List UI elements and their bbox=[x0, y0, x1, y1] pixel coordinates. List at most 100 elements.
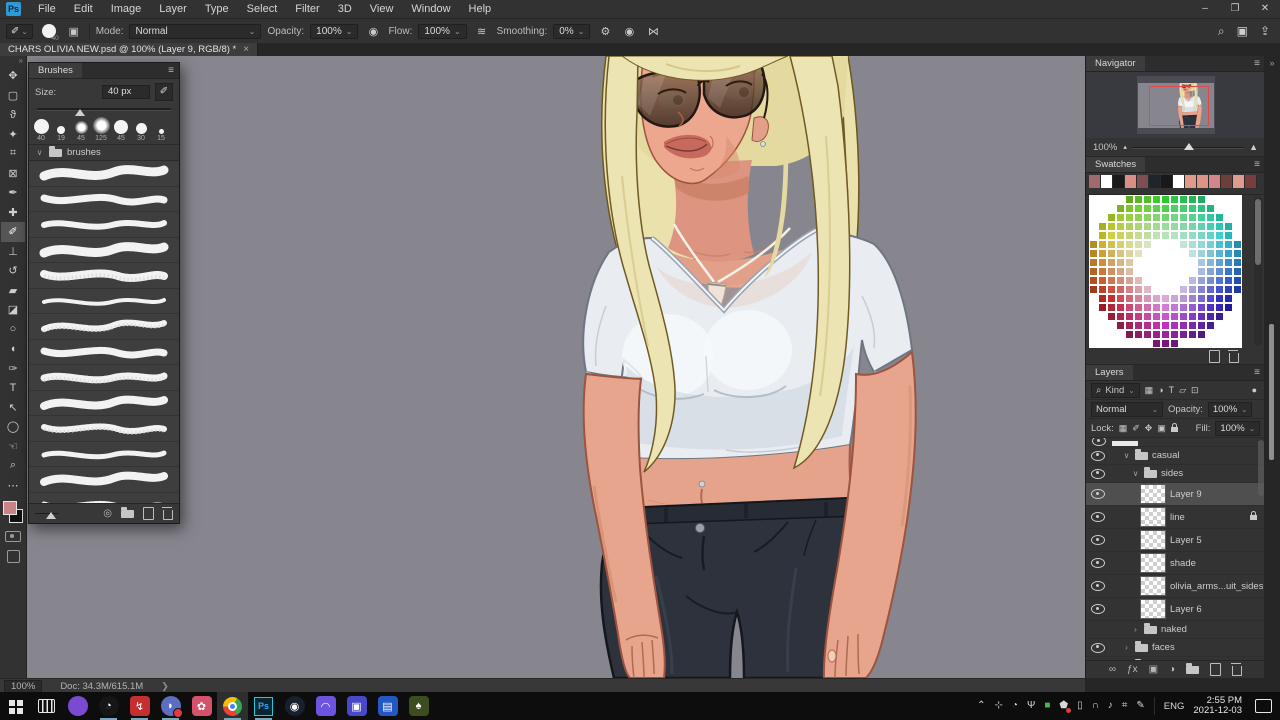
swatch[interactable] bbox=[1179, 231, 1188, 240]
swatch[interactable] bbox=[1233, 249, 1242, 258]
swatch[interactable] bbox=[1134, 285, 1143, 294]
brush-size-slider[interactable] bbox=[37, 103, 171, 115]
swatch[interactable] bbox=[1161, 195, 1170, 204]
path-selection-tool[interactable]: ↖ bbox=[1, 398, 25, 418]
swatch[interactable] bbox=[1134, 267, 1143, 276]
swatch[interactable] bbox=[1137, 175, 1149, 188]
search-icon[interactable]: ⌕ bbox=[1218, 24, 1225, 39]
swatch[interactable] bbox=[1206, 195, 1215, 204]
swatch[interactable] bbox=[1116, 231, 1125, 240]
swatch[interactable] bbox=[1206, 294, 1215, 303]
swatch[interactable] bbox=[1089, 175, 1101, 188]
brush-stroke-item[interactable] bbox=[29, 442, 179, 468]
swatch[interactable] bbox=[1206, 240, 1215, 249]
brush-stroke-item[interactable] bbox=[29, 340, 179, 366]
swatch[interactable] bbox=[1152, 249, 1161, 258]
swatch[interactable] bbox=[1209, 175, 1221, 188]
layer-group-faces[interactable]: ›faces bbox=[1086, 639, 1265, 657]
swatch[interactable] bbox=[1206, 276, 1215, 285]
swatch[interactable] bbox=[1116, 276, 1125, 285]
visibility-toggle[interactable] bbox=[1091, 535, 1105, 545]
collapse-toolbar-icon[interactable]: » bbox=[19, 56, 26, 66]
pressure-opacity-icon[interactable]: ◉ bbox=[364, 25, 382, 38]
swatch[interactable] bbox=[1188, 249, 1197, 258]
minimize-button[interactable]: – bbox=[1190, 0, 1220, 18]
swatch[interactable] bbox=[1143, 285, 1152, 294]
swatch[interactable] bbox=[1143, 231, 1152, 240]
swatch[interactable] bbox=[1098, 240, 1107, 249]
swatch[interactable] bbox=[1233, 195, 1242, 204]
swatch[interactable] bbox=[1143, 321, 1152, 330]
swatch[interactable] bbox=[1188, 312, 1197, 321]
swatch[interactable] bbox=[1152, 240, 1161, 249]
swatch[interactable] bbox=[1206, 249, 1215, 258]
swatch[interactable] bbox=[1089, 321, 1098, 330]
swatch[interactable] bbox=[1224, 267, 1233, 276]
swatch[interactable] bbox=[1215, 222, 1224, 231]
swatch[interactable] bbox=[1215, 258, 1224, 267]
pressure-size-icon[interactable]: ◉ bbox=[620, 25, 638, 38]
swatch[interactable] bbox=[1224, 312, 1233, 321]
close-button[interactable]: ✕ bbox=[1250, 0, 1280, 18]
swatch[interactable] bbox=[1113, 175, 1125, 188]
close-tab-icon[interactable]: × bbox=[243, 44, 249, 55]
swatch[interactable] bbox=[1161, 240, 1170, 249]
swatch[interactable] bbox=[1143, 222, 1152, 231]
swatch[interactable] bbox=[1125, 285, 1134, 294]
swatch[interactable] bbox=[1170, 339, 1179, 348]
swatch[interactable] bbox=[1125, 204, 1134, 213]
swatch[interactable] bbox=[1170, 312, 1179, 321]
swatch[interactable] bbox=[1170, 240, 1179, 249]
swatch[interactable] bbox=[1170, 258, 1179, 267]
layer-thumbnail[interactable] bbox=[1140, 599, 1166, 619]
swatch[interactable] bbox=[1143, 249, 1152, 258]
swatch[interactable] bbox=[1233, 204, 1242, 213]
swatch[interactable] bbox=[1116, 195, 1125, 204]
swatch[interactable] bbox=[1107, 249, 1116, 258]
layer-fill-select[interactable]: 100% ⌄ bbox=[1215, 421, 1260, 436]
swatch[interactable] bbox=[1215, 231, 1224, 240]
swatch[interactable] bbox=[1098, 258, 1107, 267]
swatch[interactable] bbox=[1134, 204, 1143, 213]
swatch[interactable] bbox=[1179, 258, 1188, 267]
menu-view[interactable]: View bbox=[361, 0, 403, 18]
swatch[interactable] bbox=[1179, 204, 1188, 213]
swatch[interactable] bbox=[1161, 258, 1170, 267]
swatch[interactable] bbox=[1179, 195, 1188, 204]
swatch[interactable] bbox=[1233, 231, 1242, 240]
layer-thumbnail[interactable] bbox=[1140, 576, 1166, 596]
swatch[interactable] bbox=[1134, 330, 1143, 339]
history-brush-tool[interactable]: ↺ bbox=[1, 261, 25, 281]
swatch[interactable] bbox=[1170, 330, 1179, 339]
layer-effects-icon[interactable]: ƒx bbox=[1127, 664, 1138, 675]
swatch[interactable] bbox=[1152, 321, 1161, 330]
dock-scrollbar[interactable] bbox=[1269, 324, 1274, 460]
foreground-color-chip[interactable] bbox=[3, 501, 17, 515]
swatch[interactable] bbox=[1098, 303, 1107, 312]
pen-tray-icon[interactable]: ✎ bbox=[1136, 700, 1144, 712]
swatch[interactable] bbox=[1116, 249, 1125, 258]
swatch[interactable] bbox=[1161, 339, 1170, 348]
swatch[interactable] bbox=[1245, 175, 1257, 188]
link-layers-icon[interactable]: ∞ bbox=[1109, 664, 1116, 675]
swatch[interactable] bbox=[1197, 276, 1206, 285]
menu-layer[interactable]: Layer bbox=[150, 0, 196, 18]
swatch[interactable] bbox=[1125, 195, 1134, 204]
swatch[interactable] bbox=[1089, 276, 1098, 285]
swatch[interactable] bbox=[1224, 222, 1233, 231]
blur-tool[interactable]: ○ bbox=[1, 320, 25, 340]
swatch[interactable] bbox=[1188, 213, 1197, 222]
swatch[interactable] bbox=[1197, 267, 1206, 276]
swatch[interactable] bbox=[1098, 231, 1107, 240]
pen-tool[interactable]: ✑ bbox=[1, 359, 25, 379]
swatch[interactable] bbox=[1089, 303, 1098, 312]
swatch[interactable] bbox=[1107, 303, 1116, 312]
adjustment-layer-icon[interactable]: ◑ bbox=[1169, 664, 1175, 675]
swatch[interactable] bbox=[1116, 330, 1125, 339]
swatch[interactable] bbox=[1107, 285, 1116, 294]
swatch[interactable] bbox=[1188, 276, 1197, 285]
swatch[interactable] bbox=[1107, 321, 1116, 330]
menu-file[interactable]: File bbox=[29, 0, 65, 18]
app-tray-icon[interactable]: ◔ bbox=[1012, 700, 1018, 712]
swatch[interactable] bbox=[1143, 330, 1152, 339]
